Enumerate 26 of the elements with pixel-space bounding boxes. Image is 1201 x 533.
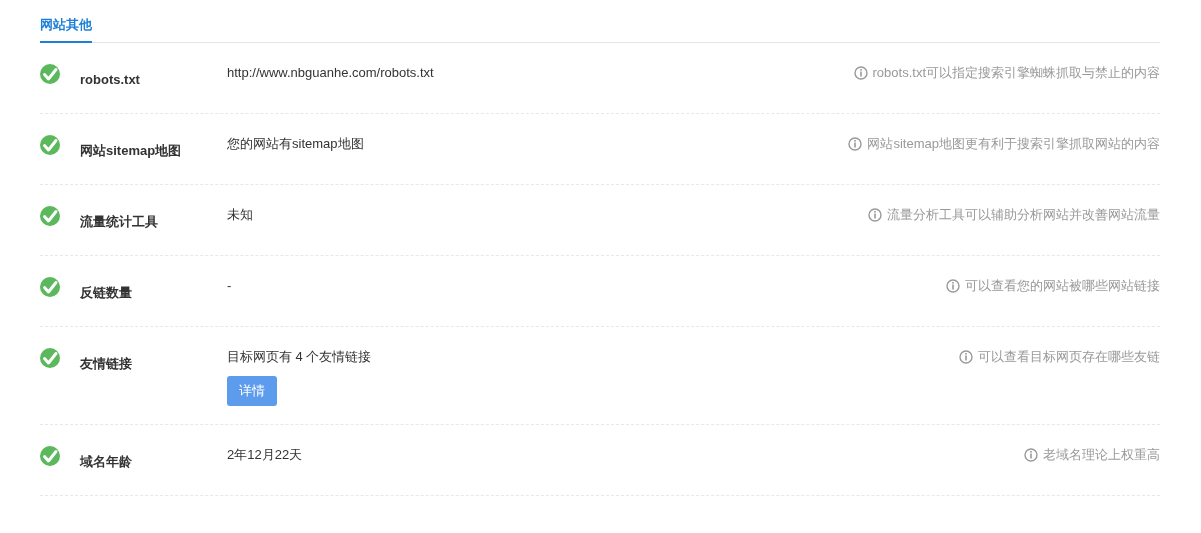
row-hint: 可以查看您的网站被哪些网站链接: [965, 276, 1160, 295]
row-hint: robots.txt可以指定搜索引擎蜘蛛抓取与禁止的内容: [872, 63, 1160, 82]
row-label: 友情链接: [80, 354, 133, 373]
row-value: -: [227, 276, 232, 295]
row-hint: 可以查看目标网页存在哪些友链: [978, 347, 1160, 366]
info-icon: [848, 136, 863, 151]
row-label: robots.txt: [80, 70, 141, 89]
tab[interactable]: 网站其他: [40, 15, 92, 43]
row-value: 目标网页有 4 个友情链接: [227, 347, 372, 366]
row-label: 反链数量: [80, 283, 133, 302]
info-icon: [959, 349, 973, 364]
row-label: 网站sitemap地图: [80, 141, 183, 160]
row-value: 2年12月22天: [227, 445, 303, 464]
info-icon: [868, 207, 882, 222]
row-hint: 流量分析工具可以辅助分析网站并改善网站流量: [887, 205, 1160, 224]
info-icon: [1024, 447, 1038, 462]
row-hint: 网站sitemap地图更有利于搜索引擎抓取网站的内容: [867, 134, 1160, 153]
row-label: 流量统计工具: [80, 212, 159, 231]
row-hint: 老域名理论上权重高: [1043, 445, 1160, 464]
info-icon: [946, 278, 960, 293]
info-icon: [853, 65, 868, 80]
row-value: 未知: [227, 205, 253, 224]
row-value: http://www.nbguanhe.com/robots.txt: [227, 63, 434, 82]
row-label: 域名年龄: [80, 452, 133, 471]
details-button[interactable]: 详情: [227, 375, 277, 406]
row-value: 您的网站有sitemap地图: [227, 134, 364, 153]
